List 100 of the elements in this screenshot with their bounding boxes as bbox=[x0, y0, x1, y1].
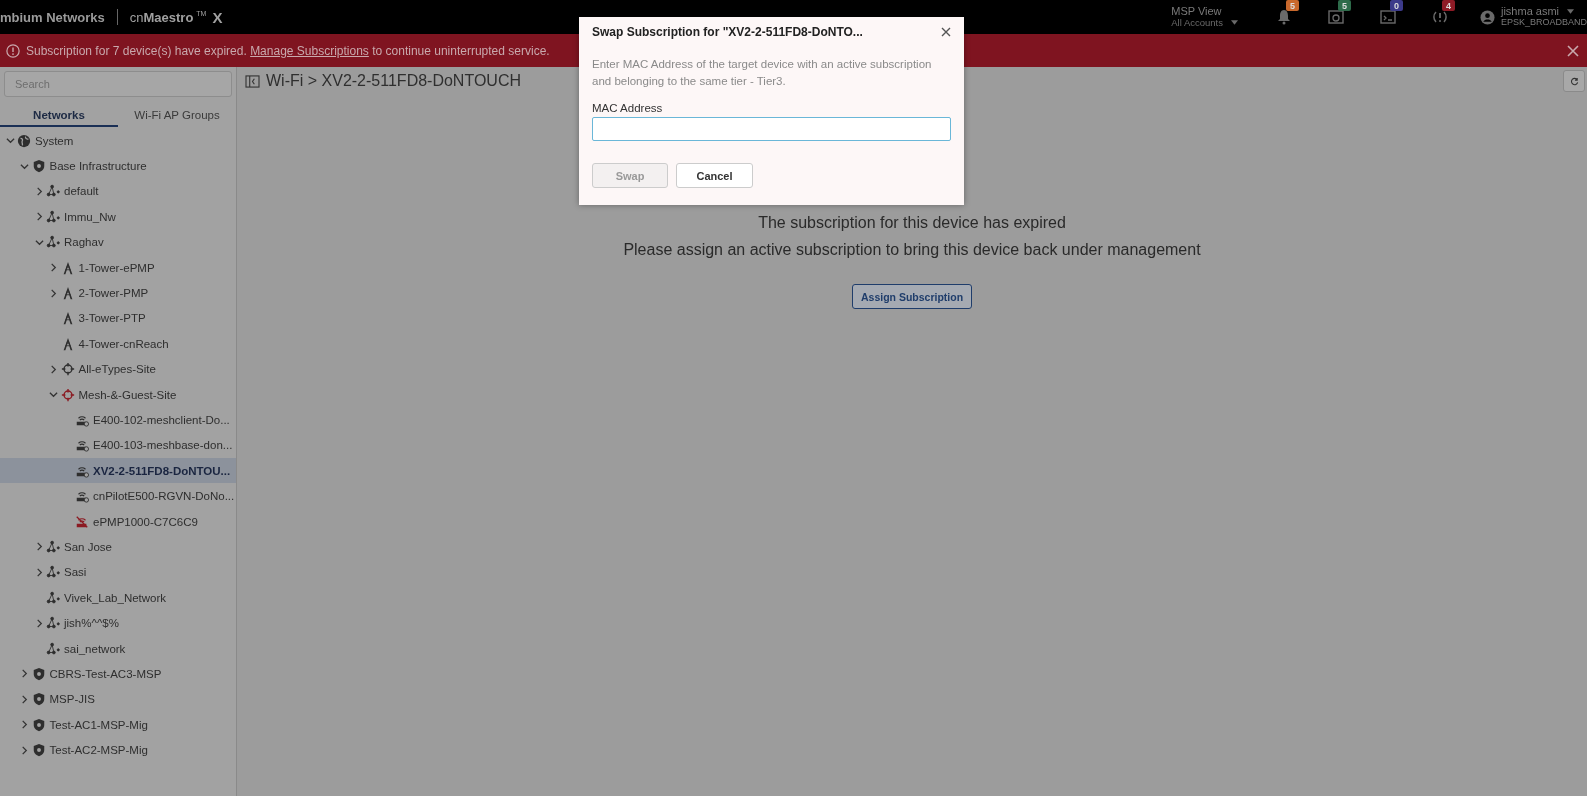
alert-icon bbox=[1431, 9, 1448, 25]
tree-item[interactable]: 2-Tower-PMP bbox=[0, 280, 236, 306]
chevron-right-icon bbox=[34, 542, 44, 552]
tree-item[interactable]: default bbox=[0, 178, 236, 205]
chevron-right-icon bbox=[20, 669, 29, 679]
field-label: MAC Address bbox=[592, 102, 664, 114]
tree-item[interactable]: cnPilotE500-RGVN-DoNo... bbox=[0, 483, 236, 509]
notification-button[interactable]: 5 bbox=[1309, 0, 1362, 34]
account-selector[interactable]: All Accounts bbox=[1171, 17, 1223, 28]
access-point-icon bbox=[75, 438, 89, 453]
count-badge: 0 bbox=[1389, 0, 1403, 11]
tree-item[interactable]: Vivek_Lab_Network bbox=[0, 585, 236, 611]
tree-item[interactable]: CBRS-Test-AC3-MSP bbox=[0, 661, 236, 687]
network-icon bbox=[46, 565, 60, 580]
shield-icon bbox=[31, 717, 46, 732]
tree-item[interactable]: MSP-JIS bbox=[0, 686, 236, 712]
chevron-down-icon bbox=[5, 136, 15, 146]
refresh-icon bbox=[1569, 76, 1579, 86]
tree-item[interactable]: Base Infrastructure bbox=[0, 153, 236, 179]
company-name: mbium Networks bbox=[0, 9, 105, 25]
refresh-button[interactable] bbox=[1563, 70, 1585, 92]
chevron-right-icon bbox=[49, 364, 58, 374]
manage-subscriptions-link[interactable]: Manage Subscriptions bbox=[250, 43, 369, 58]
globe-icon bbox=[17, 133, 31, 148]
expiry-message: Subscription for 7 device(s) have expired. Manage Subscriptions to continue uninterrupted service. bbox=[26, 43, 550, 58]
user-icon bbox=[1479, 9, 1495, 25]
breadcrumb: Wi-Fi > XV2-2-511FD8-DoNTOUCH bbox=[266, 72, 521, 90]
tree-item[interactable]: 3-Tower-PTP bbox=[0, 305, 236, 332]
access-point-icon bbox=[75, 413, 89, 427]
caret-icon bbox=[1230, 20, 1238, 25]
tree-item[interactable]: All-eTypes-Site bbox=[0, 356, 236, 382]
organization-name: EPSK_BROADBAND bbox=[1500, 17, 1587, 28]
chevron-right-icon bbox=[20, 694, 29, 704]
network-icon bbox=[46, 539, 60, 554]
chevron-right-icon bbox=[34, 186, 44, 196]
chevron-right-icon bbox=[34, 567, 44, 577]
status-message: The subscription for this device has expired bbox=[758, 214, 1066, 232]
dialog-description: Enter MAC Address of the target device with an active subscription and belonging to the same tier - Tier3. bbox=[592, 57, 933, 89]
chevron-right-icon bbox=[49, 288, 58, 298]
alert-icon bbox=[6, 43, 20, 58]
close-button[interactable] bbox=[1565, 42, 1581, 59]
shield-icon bbox=[31, 159, 46, 174]
tree-item[interactable]: ePMP1000-C7C6C9 bbox=[0, 508, 236, 535]
access-point-icon bbox=[75, 489, 89, 504]
dialog-title: Swap Subscription for "XV2-2-511FD8-DoNTO... bbox=[592, 25, 863, 39]
chevron-right-icon bbox=[49, 263, 58, 273]
status-message: Please assign an active subscription to bring this device back under management bbox=[623, 241, 1201, 259]
chevron-down-icon bbox=[34, 237, 44, 247]
tree-item[interactable]: Raghav bbox=[0, 229, 236, 255]
network-icon bbox=[46, 209, 60, 224]
caret-icon bbox=[1567, 9, 1575, 14]
network-icon bbox=[46, 184, 60, 199]
chevron-right-icon bbox=[34, 618, 44, 628]
tree-item[interactable]: sai_network bbox=[0, 635, 236, 662]
assign-subscription-button[interactable]: Assign Subscription bbox=[851, 284, 973, 309]
tree-item[interactable]: E400-102-meshclient-Do... bbox=[0, 407, 236, 433]
sidebar-tab[interactable]: Wi-Fi AP Groups bbox=[118, 106, 236, 127]
tree-item[interactable]: System bbox=[0, 128, 236, 154]
tree-item[interactable]: San Jose bbox=[0, 534, 236, 560]
count-badge: 5 bbox=[1285, 0, 1299, 11]
shield-icon bbox=[31, 743, 46, 758]
tree-item[interactable]: Immu_Nw bbox=[0, 204, 236, 230]
tree-item[interactable]: E400-103-meshbase-don... bbox=[0, 432, 236, 459]
shield-icon bbox=[31, 692, 46, 707]
mac-address-field[interactable] bbox=[592, 117, 951, 141]
tree-item[interactable]: Test-AC2-MSP-Mig bbox=[0, 737, 236, 763]
network-icon bbox=[46, 616, 60, 631]
panel-toggle-icon bbox=[245, 74, 260, 88]
chevron-right-icon bbox=[20, 745, 29, 755]
dialog-button[interactable]: Cancel bbox=[676, 163, 753, 188]
close-button[interactable] bbox=[941, 27, 951, 37]
access-point-off-icon bbox=[75, 514, 89, 529]
chevron-right-icon bbox=[20, 720, 29, 730]
network-icon bbox=[46, 590, 60, 605]
user-name[interactable]: jishma asmi bbox=[1500, 6, 1560, 17]
tree-item[interactable]: Sasi bbox=[0, 559, 236, 586]
shield-icon bbox=[31, 666, 46, 681]
chevron-down-icon bbox=[20, 161, 29, 171]
tree-item[interactable]: 1-Tower-ePMP bbox=[0, 254, 236, 281]
notification-button[interactable]: 4 bbox=[1413, 0, 1466, 34]
notification-button[interactable]: 0 bbox=[1361, 0, 1414, 34]
product-suffix: X bbox=[212, 8, 223, 26]
tree-item[interactable]: Mesh-&-Guest-Site bbox=[0, 381, 236, 408]
network-icon bbox=[46, 641, 60, 656]
crosshair-icon bbox=[60, 362, 75, 377]
network-icon bbox=[46, 235, 60, 250]
window-icon bbox=[1326, 9, 1345, 25]
chevron-right-icon bbox=[34, 212, 44, 222]
view-title: MSP View bbox=[1171, 6, 1223, 17]
crosshair-icon bbox=[60, 387, 75, 402]
tree-item[interactable]: Test-AC1-MSP-Mig bbox=[0, 712, 236, 738]
tree-item[interactable]: XV2-2-511FD8-DoNTOU... bbox=[0, 458, 236, 484]
product-name: cnMaestro$^{TM}$ bbox=[129, 9, 207, 25]
tree-item[interactable]: 4-Tower-cnReach bbox=[0, 331, 236, 357]
tree-item[interactable]: jish%^^$% bbox=[0, 610, 236, 636]
count-badge: 4 bbox=[1441, 0, 1455, 11]
notification-button[interactable]: 5 bbox=[1257, 0, 1310, 34]
count-badge: 5 bbox=[1337, 0, 1351, 11]
sidebar-tab[interactable]: Networks bbox=[0, 106, 118, 127]
chevron-down-icon bbox=[49, 390, 58, 400]
